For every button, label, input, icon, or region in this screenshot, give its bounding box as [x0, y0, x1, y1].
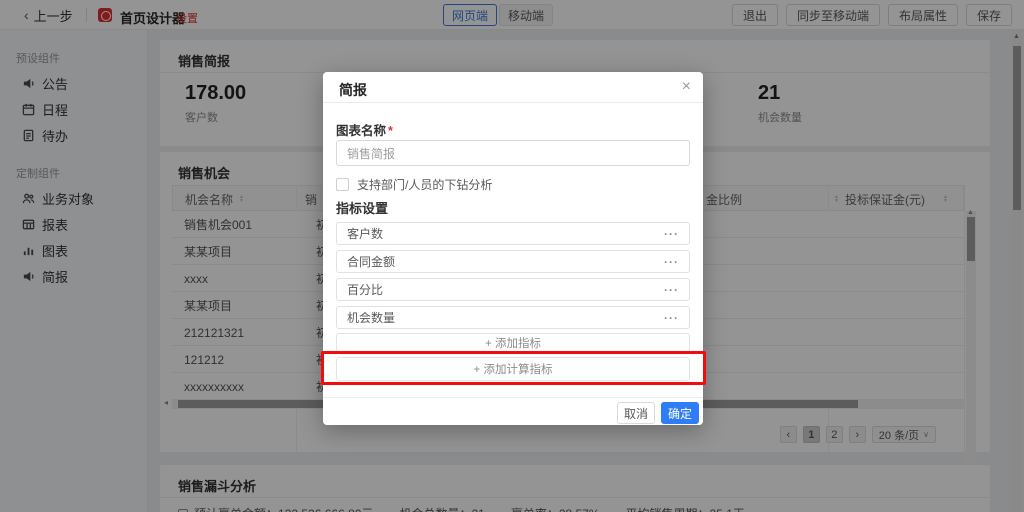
required-asterisk: *	[388, 124, 393, 138]
drilldown-checkbox-row[interactable]: 支持部门/人员的下钻分析	[336, 176, 492, 193]
indicator-row-percentage[interactable]: 百分比 ···	[336, 278, 690, 301]
indicator-label: 机会数量	[347, 309, 395, 326]
checkbox-unchecked-icon[interactable]	[336, 178, 349, 191]
close-icon[interactable]: ×	[682, 78, 691, 96]
dialog-title: 简报	[339, 80, 367, 100]
indicator-label: 百分比	[347, 281, 383, 298]
indicator-row-contract-amount[interactable]: 合同金额 ···	[336, 250, 690, 273]
chart-name-input[interactable]	[336, 140, 690, 166]
chart-name-label: 图表名称*	[336, 120, 393, 139]
cancel-button[interactable]: 取消	[617, 402, 655, 424]
checkbox-label: 支持部门/人员的下钻分析	[357, 176, 492, 193]
more-actions-icon[interactable]: ···	[664, 311, 679, 325]
indicator-row-opportunity-count[interactable]: 机会数量 ···	[336, 306, 690, 329]
more-actions-icon[interactable]: ···	[664, 255, 679, 269]
indicator-row-customers[interactable]: 客户数 ···	[336, 222, 690, 245]
indicator-settings-title: 指标设置	[336, 198, 388, 217]
confirm-button[interactable]: 确定	[661, 402, 699, 424]
more-actions-icon[interactable]: ···	[664, 283, 679, 297]
add-calc-indicator-button[interactable]: + 添加计算指标	[336, 357, 690, 381]
add-indicator-button[interactable]: + 添加指标	[336, 333, 690, 352]
briefing-config-dialog: 简报 × 图表名称* 支持部门/人员的下钻分析 指标设置 客户数 ··· 合同金…	[323, 72, 703, 425]
homepage-designer: ‹ 上一步 首页设计器 设置 网页端 移动端 退出 同步至移动端 布局属性 保存…	[0, 0, 1024, 512]
indicator-label: 合同金额	[347, 253, 395, 270]
indicator-label: 客户数	[347, 225, 383, 242]
dialog-header: 简报 ×	[323, 72, 703, 103]
divider	[323, 397, 703, 398]
more-actions-icon[interactable]: ···	[664, 227, 679, 241]
